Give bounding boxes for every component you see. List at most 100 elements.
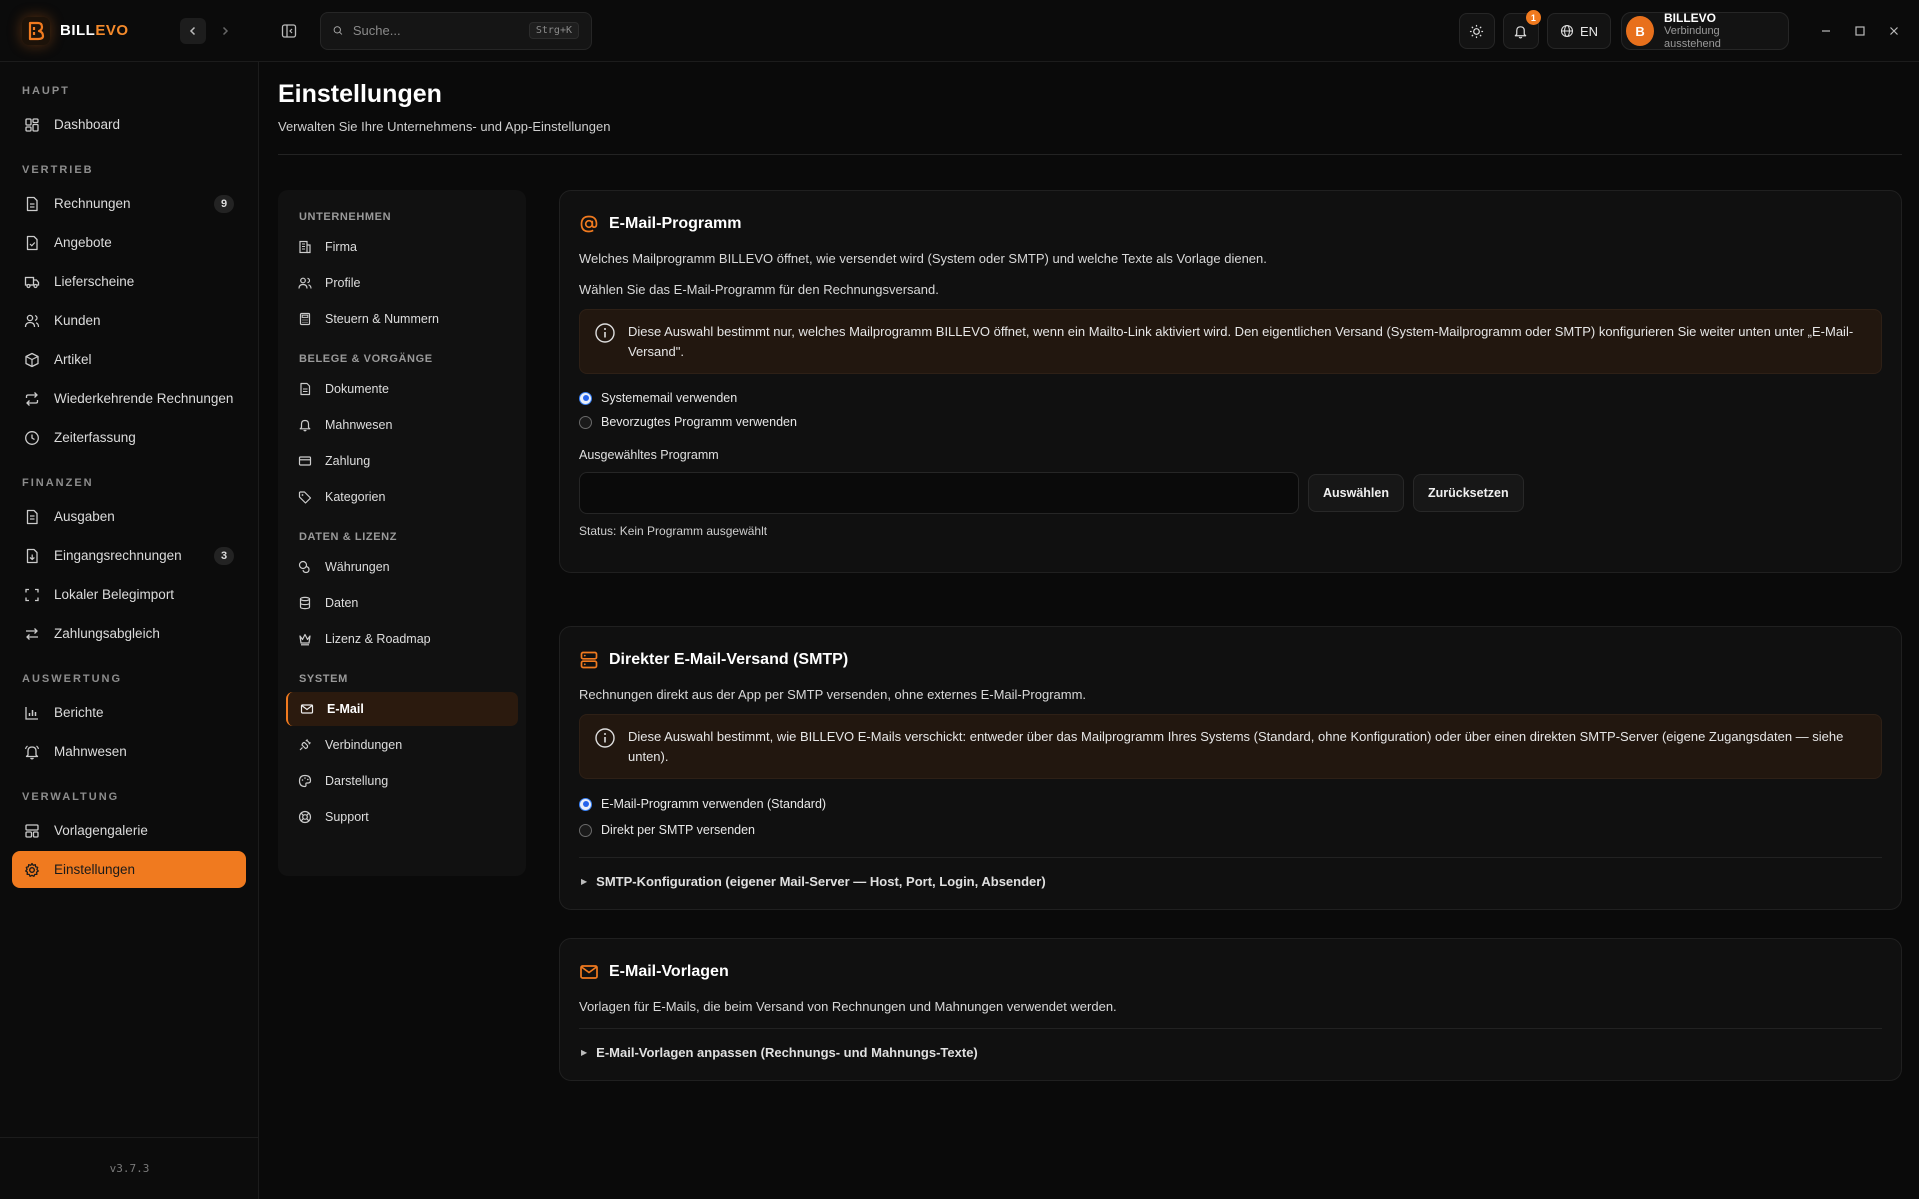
sidebar-item-wiederkehrende-rechnungen[interactable]: Wiederkehrende Rechnungen bbox=[12, 380, 246, 417]
billevo-logo-icon bbox=[22, 16, 50, 45]
sidebar-item-einstellungen[interactable]: Einstellungen bbox=[12, 851, 246, 888]
settings-section-system: SYSTEM bbox=[299, 673, 348, 685]
main-content: Einstellungen Verwalten Sie Ihre Unterne… bbox=[278, 62, 1902, 1081]
smtp-info: Diese Auswahl bestimmt, wie BILLEVO E-Ma… bbox=[579, 714, 1882, 779]
settings-item-email[interactable]: E-Mail bbox=[286, 692, 518, 726]
settings-item-kategorien[interactable]: Kategorien bbox=[286, 480, 518, 514]
settings-item-lizenz-roadmap[interactable]: Lizenz & Roadmap bbox=[286, 622, 518, 656]
radio-button[interactable] bbox=[579, 415, 592, 429]
email-program-description: Welches Mailprogramm BILLEVO öffnet, wie… bbox=[579, 251, 1267, 266]
page-subtitle: Verwalten Sie Ihre Unternehmens- und App… bbox=[278, 119, 611, 134]
sidebar-item-lieferscheine[interactable]: Lieferscheine bbox=[12, 263, 246, 300]
radio-button[interactable] bbox=[579, 823, 592, 837]
selected-program-input[interactable] bbox=[579, 472, 1299, 514]
truck-icon bbox=[22, 272, 42, 292]
select-program-button[interactable]: Auswählen bbox=[1308, 474, 1404, 512]
settings-item-firma[interactable]: Firma bbox=[286, 230, 518, 264]
mail-icon bbox=[579, 962, 599, 982]
email-program-prompt: Wählen Sie das E-Mail-Programm für den R… bbox=[579, 282, 939, 297]
reset-program-button[interactable]: Zurücksetzen bbox=[1413, 474, 1524, 512]
settings-section-belege: BELEGE & VORGÄNGE bbox=[299, 353, 433, 365]
settings-gear-icon bbox=[22, 860, 42, 880]
sidebar-item-label: Lieferscheine bbox=[54, 274, 135, 289]
radio-email-program-default[interactable]: E-Mail-Programm verwenden (Standard) bbox=[579, 791, 1882, 817]
smtp-card: Direkter E-Mail-Versand (SMTP) Rechnunge… bbox=[559, 626, 1902, 910]
radio-preferred-program[interactable]: Bevorzugtes Programm verwenden bbox=[579, 410, 1882, 434]
settings-item-zahlung[interactable]: Zahlung bbox=[286, 444, 518, 478]
sidebar-item-zahlungsabgleich[interactable]: Zahlungsabgleich bbox=[12, 615, 246, 652]
language-label: EN bbox=[1579, 23, 1598, 39]
search-input[interactable] bbox=[352, 23, 529, 38]
radio-button-checked[interactable] bbox=[579, 797, 592, 811]
sidebar-item-mahnwesen[interactable]: Mahnwesen bbox=[12, 733, 246, 770]
users-icon bbox=[297, 275, 313, 291]
server-icon bbox=[579, 650, 599, 670]
user-menu[interactable]: B BILLEVO Verbindung ausstehend bbox=[1621, 11, 1789, 50]
sidebar-item-label: Mahnwesen bbox=[54, 744, 127, 759]
sidebar-item-label: Berichte bbox=[54, 705, 104, 720]
search-icon bbox=[333, 26, 343, 35]
language-selector[interactable]: EN bbox=[1546, 13, 1611, 49]
receipt-icon bbox=[22, 507, 42, 527]
radio-system-email[interactable]: Systememail verwenden bbox=[579, 386, 1882, 410]
close-window-button[interactable] bbox=[1877, 16, 1911, 46]
settings-item-label: Steuern & Nummern bbox=[325, 312, 439, 326]
sidebar-item-ausgaben[interactable]: Ausgaben bbox=[12, 498, 246, 535]
sidebar-item-lokaler-belegimport[interactable]: Lokaler Belegimport bbox=[12, 576, 246, 613]
settings-item-daten[interactable]: Daten bbox=[286, 586, 518, 620]
settings-item-label: E-Mail bbox=[327, 702, 364, 716]
sidebar-item-label: Einstellungen bbox=[54, 862, 136, 877]
chevron-left-icon bbox=[189, 26, 196, 35]
count-badge: 3 bbox=[214, 546, 234, 565]
close-icon bbox=[1890, 27, 1898, 35]
settings-item-label: Kategorien bbox=[325, 490, 386, 504]
avatar: B bbox=[1626, 16, 1655, 46]
forward-button[interactable] bbox=[212, 18, 238, 44]
coins-icon bbox=[297, 559, 313, 575]
radio-button-checked[interactable] bbox=[579, 391, 592, 405]
radio-label: E-Mail-Programm verwenden (Standard) bbox=[601, 797, 827, 811]
sidebar-item-label: Vorlagengalerie bbox=[54, 823, 148, 838]
sidebar-item-berichte[interactable]: Berichte bbox=[12, 694, 246, 731]
maximize-button[interactable] bbox=[1843, 16, 1877, 46]
users-icon bbox=[22, 311, 42, 331]
settings-item-label: Verbindungen bbox=[325, 738, 403, 752]
search-box[interactable]: Strg+K bbox=[320, 11, 592, 50]
smtp-config-toggle[interactable]: ▶ SMTP-Konfiguration (eigener Mail-Serve… bbox=[579, 857, 1882, 889]
settings-section-unternehmen: UNTERNEHMEN bbox=[299, 211, 392, 223]
settings-item-steuern-nummern[interactable]: Steuern & Nummern bbox=[286, 302, 518, 336]
sidebar-item-dashboard[interactable]: Dashboard bbox=[12, 106, 246, 143]
sidebar-item-rechnungen[interactable]: Rechnungen 9 bbox=[12, 185, 246, 222]
theme-toggle-button[interactable] bbox=[1458, 13, 1495, 49]
settings-item-waehrungen[interactable]: Währungen bbox=[286, 550, 518, 584]
radio-label: Bevorzugtes Programm verwenden bbox=[601, 415, 797, 429]
sidebar-item-zeiterfassung[interactable]: Zeiterfassung bbox=[12, 419, 246, 456]
sidebar-item-angebote[interactable]: Angebote bbox=[12, 224, 246, 261]
sun-icon bbox=[1470, 24, 1484, 38]
layout-template-icon bbox=[22, 821, 42, 841]
file-check-icon bbox=[22, 233, 42, 253]
settings-item-profile[interactable]: Profile bbox=[286, 266, 518, 300]
crown-icon bbox=[297, 631, 313, 647]
back-button[interactable] bbox=[180, 17, 206, 44]
settings-section-daten-lizenz: DATEN & LIZENZ bbox=[299, 531, 398, 543]
sidebar-toggle-button[interactable] bbox=[276, 18, 302, 44]
sidebar-item-vorlagengalerie[interactable]: Vorlagengalerie bbox=[12, 812, 246, 849]
settings-nav: UNTERNEHMEN Firma Profile Steuern & Numm… bbox=[278, 190, 526, 876]
tag-icon bbox=[297, 489, 313, 505]
settings-item-darstellung[interactable]: Darstellung bbox=[286, 764, 518, 798]
settings-item-verbindungen[interactable]: Verbindungen bbox=[286, 728, 518, 762]
radio-smtp-direct[interactable]: Direkt per SMTP versenden bbox=[579, 817, 1882, 843]
notifications-button[interactable]: 1 bbox=[1502, 10, 1541, 49]
settings-item-dokumente[interactable]: Dokumente bbox=[286, 372, 518, 406]
templates-toggle-label: E-Mail-Vorlagen anpassen (Rechnungs- und… bbox=[596, 1045, 978, 1060]
templates-toggle[interactable]: ▶ E-Mail-Vorlagen anpassen (Rechnungs- u… bbox=[579, 1028, 1882, 1060]
sidebar-item-eingangsrechnungen[interactable]: Eingangsrechnungen 3 bbox=[12, 537, 246, 574]
minimize-button[interactable] bbox=[1809, 16, 1843, 46]
settings-item-support[interactable]: Support bbox=[286, 800, 518, 834]
triangle-right-icon: ▶ bbox=[581, 877, 588, 886]
settings-item-mahnwesen[interactable]: Mahnwesen bbox=[286, 408, 518, 442]
sidebar-item-kunden[interactable]: Kunden bbox=[12, 302, 246, 339]
sidebar-item-artikel[interactable]: Artikel bbox=[12, 341, 246, 378]
settings-item-label: Mahnwesen bbox=[325, 418, 393, 432]
